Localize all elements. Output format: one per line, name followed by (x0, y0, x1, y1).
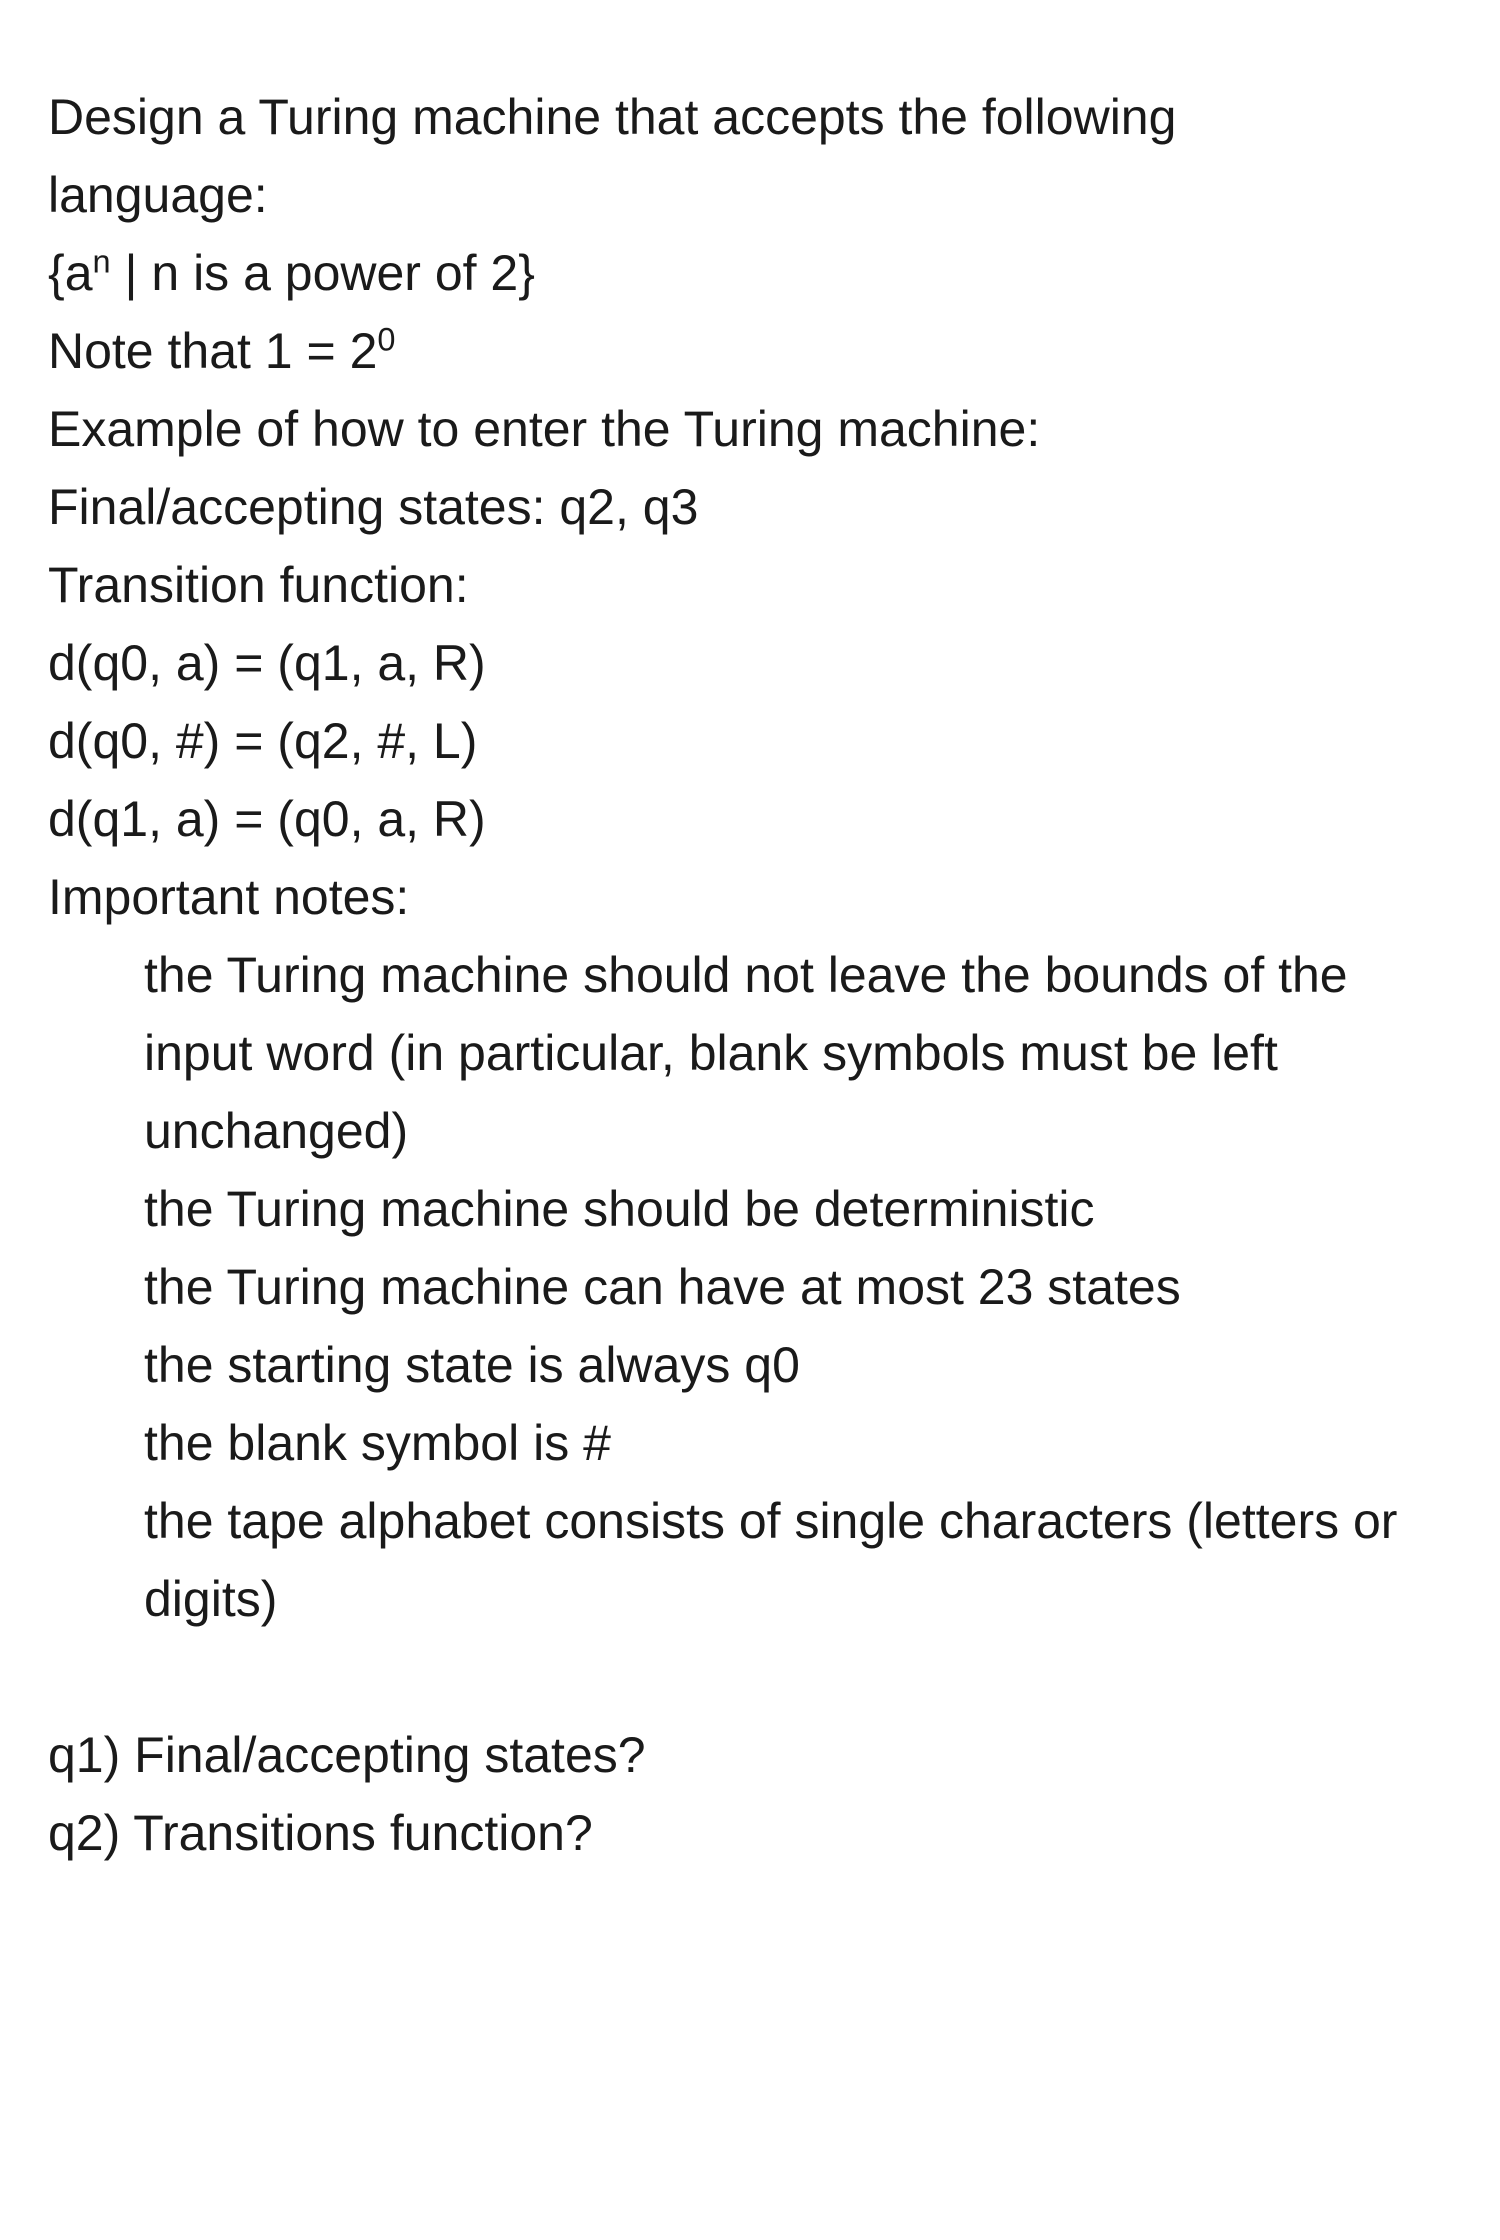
list-item: the blank symbol is # (144, 1404, 1452, 1482)
transition-function-header: Transition function: (48, 546, 1452, 624)
problem-statement-line1: Design a Turing machine that accepts the… (48, 78, 1452, 156)
notes-list: the Turing machine should not leave the … (48, 936, 1452, 1638)
transition-1: d(q0, a) = (q1, a, R) (48, 624, 1452, 702)
question-2: q2) Transitions function? (48, 1794, 1452, 1872)
list-item: the Turing machine should be determinist… (144, 1170, 1452, 1248)
note-superscript: 0 (377, 321, 395, 357)
transition-3: d(q1, a) = (q0, a, R) (48, 780, 1452, 858)
list-item: the Turing machine can have at most 23 s… (144, 1248, 1452, 1326)
list-item: the Turing machine should not leave the … (144, 936, 1452, 1170)
questions-section: q1) Final/accepting states? q2) Transiti… (48, 1716, 1452, 1872)
list-item: the tape alphabet consists of single cha… (144, 1482, 1452, 1638)
list-item: the starting state is always q0 (144, 1326, 1452, 1404)
language-definition: {an | n is a power of 2} (48, 234, 1452, 312)
example-header: Example of how to enter the Turing machi… (48, 390, 1452, 468)
question-1: q1) Final/accepting states? (48, 1716, 1452, 1794)
problem-statement-line2: language: (48, 156, 1452, 234)
lang-prefix: {a (48, 245, 93, 301)
lang-superscript: n (93, 243, 111, 279)
lang-suffix: | n is a power of 2} (111, 245, 535, 301)
note-prefix: Note that 1 = 2 (48, 323, 377, 379)
transition-2: d(q0, #) = (q2, #, L) (48, 702, 1452, 780)
important-notes-header: Important notes: (48, 858, 1452, 936)
note-line: Note that 1 = 20 (48, 312, 1452, 390)
final-states-example: Final/accepting states: q2, q3 (48, 468, 1452, 546)
